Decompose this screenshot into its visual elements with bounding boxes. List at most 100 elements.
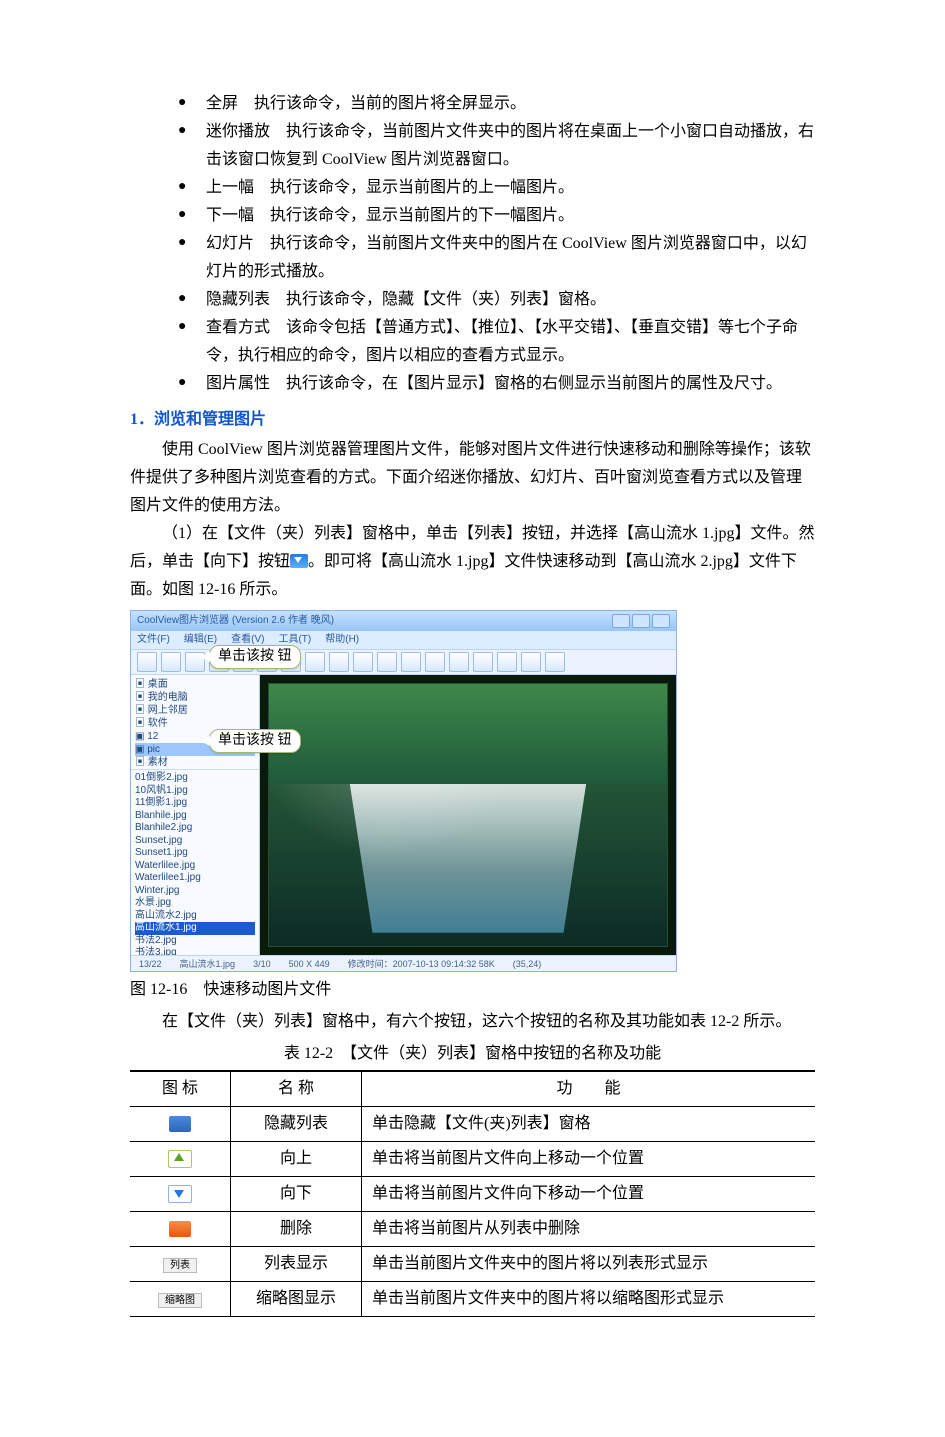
status-index: 13/22 <box>139 957 162 972</box>
toolbar-button[interactable] <box>305 652 325 672</box>
bullet-item: 迷你播放 执行该命令，当前图片文件夹中的图片将在桌面上一个小窗口自动播放，右击该… <box>178 118 815 174</box>
table-row: 缩略图 缩略图显示 单击当前图片文件夹中的图片将以缩略图形式显示 <box>130 1282 815 1317</box>
file-item[interactable]: Blanhile.jpg <box>135 810 255 823</box>
bullet-item: 查看方式 该命令包括【普通方式】、【推位】、【水平交错】、【垂直交错】等七个子命… <box>178 314 815 370</box>
bullet-text: 幻灯片 执行该命令，当前图片文件夹中的图片在 CoolView 图片浏览器窗口中… <box>206 235 807 280</box>
bullet-item: 隐藏列表 执行该命令，隐藏【文件（夹）列表】窗格。 <box>178 286 815 314</box>
callout-text: 单击该按 钮 <box>218 649 292 664</box>
table-row: 向上 单击将当前图片文件向上移动一个位置 <box>130 1142 815 1177</box>
file-item[interactable]: 水景.jpg <box>135 897 255 910</box>
delete-icon <box>169 1221 191 1237</box>
toolbar-button[interactable] <box>473 652 493 672</box>
bullet-text: 上一幅 执行该命令，显示当前图片的上一幅图片。 <box>206 179 574 196</box>
app-body: ▣ 桌面 ▣ 我的电脑 ▣ 网上邻居 ▣ 软件 ▣ 12 ▣ pic ▣ 素材 … <box>131 675 676 955</box>
bullet-text: 全屏 执行该命令，当前的图片将全屏显示。 <box>206 95 526 112</box>
bullet-text: 图片属性 执行该命令，在【图片显示】窗格的右侧显示当前图片的属性及尺寸。 <box>206 375 782 392</box>
bullet-list: 全屏 执行该命令，当前的图片将全屏显示。 迷你播放 执行该命令，当前图片文件夹中… <box>130 90 815 398</box>
window-buttons <box>612 614 670 628</box>
name-cell: 列表显示 <box>231 1247 362 1282</box>
window-title: CoolView图片浏览器 (Version 2.6 作者 晚风) <box>137 612 334 630</box>
status-size: 500 X 449 <box>289 957 330 972</box>
toolbar-button[interactable] <box>425 652 445 672</box>
table-row: 删除 单击将当前图片从列表中删除 <box>130 1212 815 1247</box>
file-item[interactable]: 11倒影1.jpg <box>135 797 255 810</box>
func-cell: 单击当前图片文件夹中的图片将以列表形式显示 <box>362 1247 816 1282</box>
file-list[interactable]: 01倒影2.jpg 10风帆1.jpg 11倒影1.jpg Blanhile.j… <box>131 769 259 955</box>
bullet-item: 全屏 执行该命令，当前的图片将全屏显示。 <box>178 90 815 118</box>
callout-text: 单击该按 钮 <box>218 733 292 748</box>
table-row: 列表 列表显示 单击当前图片文件夹中的图片将以列表形式显示 <box>130 1247 815 1282</box>
table-header: 名 称 <box>231 1071 362 1107</box>
menu-item[interactable]: 帮助(H) <box>325 631 359 649</box>
toolbar-button[interactable] <box>161 652 181 672</box>
file-item[interactable]: Blanhile2.jpg <box>135 822 255 835</box>
bullet-text: 查看方式 该命令包括【普通方式】、【推位】、【水平交错】、【垂直交错】等七个子命… <box>206 319 798 364</box>
figure-caption: 图 12-16 快速移动图片文件 <box>130 976 815 1004</box>
toolbar-button[interactable] <box>545 652 565 672</box>
icon-cell: 缩略图 <box>130 1282 231 1317</box>
table-caption: 表 12-2 【文件（夹）列表】窗格中按钮的名称及功能 <box>130 1040 815 1068</box>
image-preview <box>260 675 676 955</box>
func-cell: 单击将当前图片文件向上移动一个位置 <box>362 1142 816 1177</box>
status-filename: 高山流水1.jpg <box>180 957 236 972</box>
window-titlebar: CoolView图片浏览器 (Version 2.6 作者 晚风) <box>131 611 676 631</box>
icon-cell <box>130 1107 231 1142</box>
callout-bubble: 单击该按 钮 <box>209 645 301 669</box>
icon-cell: 列表 <box>130 1247 231 1282</box>
folder-tree[interactable]: ▣ 桌面 ▣ 我的电脑 ▣ 网上邻居 ▣ 软件 ▣ 12 ▣ pic ▣ 素材 <box>131 675 259 769</box>
name-cell: 缩略图显示 <box>231 1282 362 1317</box>
paragraph: 在【文件（夹）列表】窗格中，有六个按钮，这六个按钮的名称及其功能如表 12-2 … <box>130 1008 815 1036</box>
close-icon[interactable] <box>652 614 670 628</box>
toolbar-button[interactable] <box>521 652 541 672</box>
file-item[interactable]: Sunset1.jpg <box>135 847 255 860</box>
func-cell: 单击将当前图片从列表中删除 <box>362 1212 816 1247</box>
table-row: 隐藏列表 单击隐藏【文件(夹)列表】窗格 <box>130 1107 815 1142</box>
file-item[interactable]: Sunset.jpg <box>135 835 255 848</box>
status-count: 3/10 <box>253 957 271 972</box>
name-cell: 向上 <box>231 1142 362 1177</box>
paragraph: 使用 CoolView 图片浏览器管理图片文件，能够对图片文件进行快速移动和删除… <box>130 436 815 520</box>
section-heading: 1．浏览和管理图片 <box>130 406 815 434</box>
menu-item[interactable]: 文件(F) <box>137 631 170 649</box>
toolbar-button[interactable] <box>137 652 157 672</box>
name-cell: 向下 <box>231 1177 362 1212</box>
file-item[interactable]: Winter.jpg <box>135 885 255 898</box>
file-item-selected[interactable]: 高山流水1.jpg <box>135 922 255 935</box>
function-table: 图 标 名 称 功 能 隐藏列表 单击隐藏【文件(夹)列表】窗格 向上 单击将当… <box>130 1070 815 1317</box>
list-view-icon: 列表 <box>163 1258 197 1273</box>
toolbar-button[interactable] <box>401 652 421 672</box>
file-item[interactable]: 高山流水2.jpg <box>135 910 255 923</box>
maximize-icon[interactable] <box>632 614 650 628</box>
func-cell: 单击将当前图片文件向下移动一个位置 <box>362 1177 816 1212</box>
file-item[interactable]: Waterlilee1.jpg <box>135 872 255 885</box>
func-cell: 单击当前图片文件夹中的图片将以缩略图形式显示 <box>362 1282 816 1317</box>
file-item[interactable]: Waterlilee.jpg <box>135 860 255 873</box>
file-item[interactable]: 书法3.jpg <box>135 947 255 955</box>
tree-item[interactable]: ▣ 素材 <box>135 756 255 769</box>
bullet-item: 下一幅 执行该命令，显示当前图片的下一幅图片。 <box>178 202 815 230</box>
thumbnail-view-icon: 缩略图 <box>158 1293 202 1308</box>
toolbar-button[interactable] <box>353 652 373 672</box>
bullet-text: 下一幅 执行该命令，显示当前图片的下一幅图片。 <box>206 207 574 224</box>
status-mtime: 修改时间：2007-10-13 09:14:32 58K <box>348 957 495 972</box>
tree-item[interactable]: ▣ 网上邻居 <box>135 704 255 717</box>
tree-item[interactable]: ▣ 我的电脑 <box>135 691 255 704</box>
status-position: (35,24) <box>513 957 542 972</box>
toolbar-button[interactable] <box>329 652 349 672</box>
file-item[interactable]: 书法2.jpg <box>135 935 255 948</box>
app-screenshot: CoolView图片浏览器 (Version 2.6 作者 晚风) 文件(F) … <box>130 610 677 972</box>
minimize-icon[interactable] <box>612 614 630 628</box>
toolbar-button[interactable] <box>449 652 469 672</box>
toolbar-button[interactable] <box>377 652 397 672</box>
icon-cell <box>130 1142 231 1177</box>
table-header-row: 图 标 名 称 功 能 <box>130 1071 815 1107</box>
file-item[interactable]: 01倒影2.jpg <box>135 772 255 785</box>
tree-item[interactable]: ▣ 桌面 <box>135 678 255 691</box>
callout-bubble: 单击该按 钮 <box>209 729 301 753</box>
icon-cell <box>130 1177 231 1212</box>
paragraph: （1）在【文件（夹）列表】窗格中，单击【列表】按钮，并选择【高山流水 1.jpg… <box>130 520 815 604</box>
toolbar-button[interactable] <box>497 652 517 672</box>
bullet-item: 图片属性 执行该命令，在【图片显示】窗格的右侧显示当前图片的属性及尺寸。 <box>178 370 815 398</box>
file-item[interactable]: 10风帆1.jpg <box>135 785 255 798</box>
table-header: 图 标 <box>130 1071 231 1107</box>
